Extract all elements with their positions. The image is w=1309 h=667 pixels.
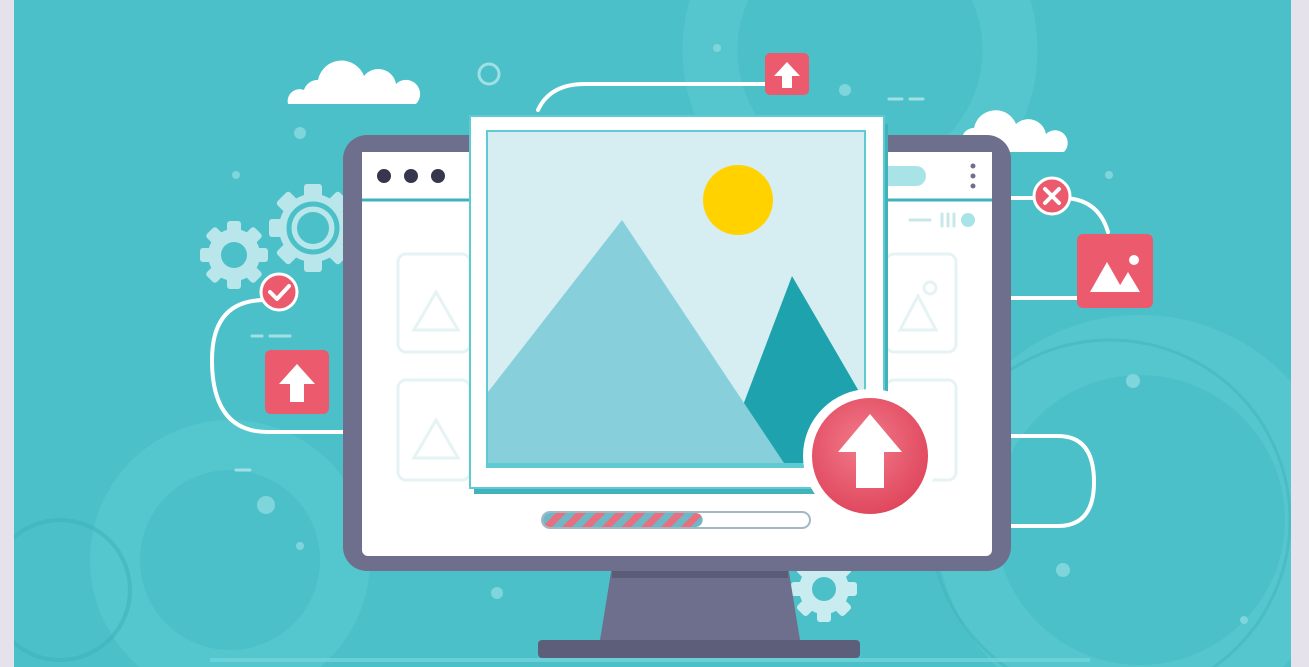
window-dot-icon: [404, 169, 418, 183]
sun-icon: [703, 165, 773, 235]
upload-progress-bar: [541, 511, 811, 529]
upload-button[interactable]: [803, 389, 937, 523]
upload-arrow-icon: [265, 350, 329, 414]
monitor-base: [538, 640, 860, 658]
more-menu-icon: [970, 163, 976, 189]
window-dot-icon: [431, 169, 445, 183]
upload-arrow-icon: [765, 53, 809, 95]
checkmark-icon: [259, 272, 299, 312]
window-dot-icon: [377, 169, 391, 183]
close-icon: [1032, 176, 1072, 216]
image-icon: [1077, 234, 1153, 308]
gear-icon: [200, 221, 268, 289]
upload-illustration: [14, 0, 1291, 667]
